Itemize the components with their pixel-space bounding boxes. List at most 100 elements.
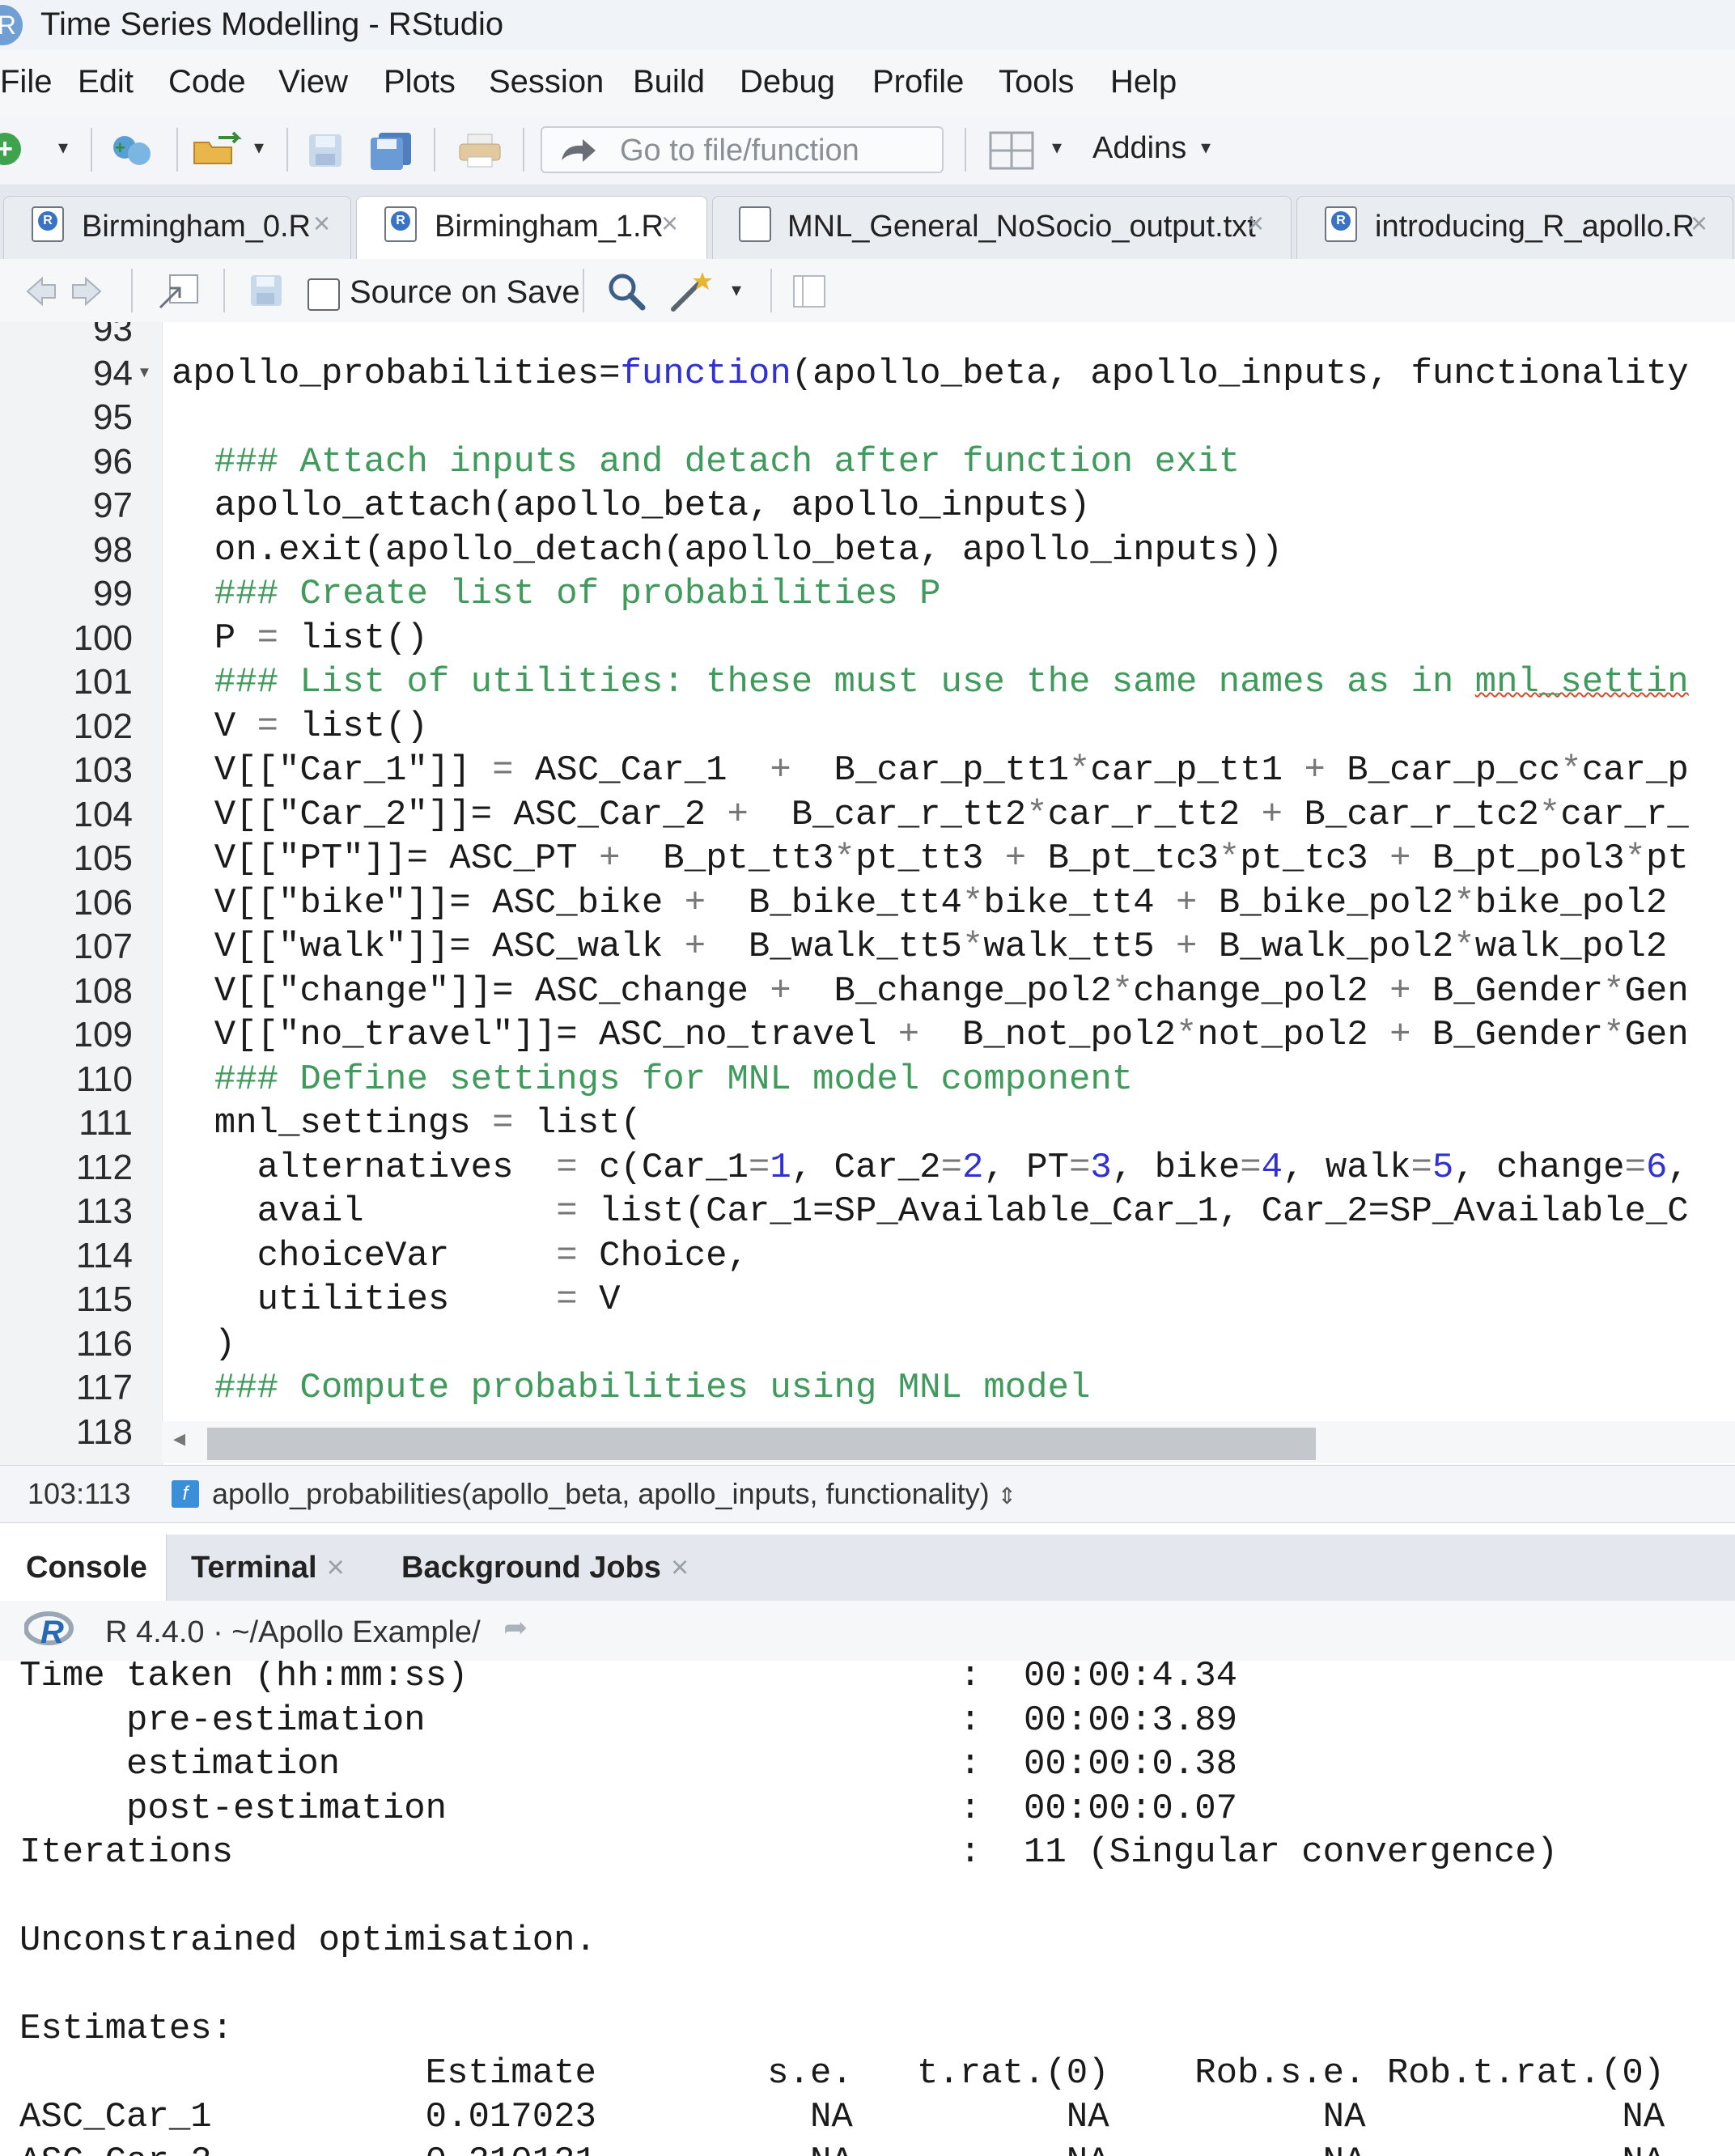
go-to-file-placeholder: Go to file/function: [620, 134, 859, 168]
code-line[interactable]: 114 choiceVar = Choice,: [0, 1234, 1735, 1279]
code-tools-wand-icon[interactable]: [668, 269, 717, 312]
text-file-icon: [739, 206, 771, 242]
code-text: apollo_probabilities=function(apollo_bet…: [172, 353, 1689, 394]
new-project-icon[interactable]: +: [108, 131, 154, 168]
code-line[interactable]: 104 V[["Car_2"]]= ASC_Car_2 + B_car_r_tt…: [0, 793, 1735, 838]
open-file-icon[interactable]: [191, 131, 244, 168]
close-tab-icon[interactable]: ×: [313, 203, 330, 244]
menu-debug[interactable]: Debug: [740, 62, 835, 102]
code-line[interactable]: 99 ### Create list of probabilities P: [0, 572, 1735, 617]
code-line[interactable]: 105 V[["PT"]]= ASC_PT + B_pt_tt3*pt_tt3 …: [0, 837, 1735, 881]
scrollbar-thumb[interactable]: [207, 1428, 1316, 1460]
menu-session[interactable]: Session: [489, 62, 604, 102]
code-tools-dropdown-icon[interactable]: ▾: [732, 278, 741, 302]
code-line[interactable]: 110 ### Define settings for MNL model co…: [0, 1058, 1735, 1102]
code-line[interactable]: 111 mnl_settings = list(: [0, 1101, 1735, 1146]
tab-birmingham-1[interactable]: R Birmingham_1.R ×: [356, 196, 707, 261]
code-text: mnl_settings = list(: [172, 1103, 642, 1144]
menu-file[interactable]: File: [0, 62, 52, 102]
title-bar: R Time Series Modelling - RStudio: [0, 0, 1735, 51]
code-text: V[["Car_2"]]= ASC_Car_2 + B_car_r_tt2*ca…: [172, 794, 1689, 835]
code-line[interactable]: 101 ### List of utilities: these must us…: [0, 660, 1735, 705]
addins-menu[interactable]: Addins: [1092, 128, 1186, 168]
code-line[interactable]: 112 alternatives = c(Car_1=1, Car_2=2, P…: [0, 1146, 1735, 1190]
pane-layout-icon[interactable]: [989, 131, 1034, 170]
source-on-save-checkbox[interactable]: [308, 278, 340, 311]
source-tab-strip: R Birmingham_0.R × R Birmingham_1.R × MN…: [0, 185, 1735, 261]
search-icon[interactable]: [607, 272, 646, 311]
code-line[interactable]: 115 utilities = V: [0, 1278, 1735, 1322]
save-all-icon[interactable]: [369, 131, 414, 170]
r-logo-icon: R: [23, 1609, 76, 1659]
tab-introducing-apollo[interactable]: R introducing_R_apollo.R ×: [1296, 196, 1733, 259]
code-line[interactable]: 96 ### Attach inputs and detach after fu…: [0, 440, 1735, 485]
open-file-dropdown-icon[interactable]: ▾: [254, 136, 264, 159]
code-line[interactable]: 93: [0, 322, 1735, 352]
save-file-icon[interactable]: [249, 274, 283, 308]
menu-edit[interactable]: Edit: [78, 62, 134, 102]
save-icon[interactable]: [308, 133, 343, 168]
new-file-dropdown-icon[interactable]: ▾: [58, 136, 68, 159]
code-editor[interactable]: 93 94 ▾ apollo_probabilities=function(apoll…: [0, 322, 1735, 1465]
line-number: 97: [93, 486, 133, 525]
new-file-icon[interactable]: +: [0, 133, 21, 165]
tab-mnl-output[interactable]: MNL_General_NoSocio_output.txt ×: [712, 196, 1292, 259]
forward-arrow-icon[interactable]: [71, 275, 104, 308]
code-line[interactable]: 109 V[["no_travel"]]= ASC_no_travel + B_…: [0, 1013, 1735, 1058]
code-line[interactable]: 94 ▾ apollo_probabilities=function(apollo_…: [0, 352, 1735, 397]
code-line[interactable]: 106 V[["bike"]]= ASC_bike + B_bike_tt4*b…: [0, 881, 1735, 926]
show-in-new-window-icon[interactable]: [159, 272, 201, 309]
code-line[interactable]: 108 V[["change"]]= ASC_change + B_change…: [0, 970, 1735, 1014]
fold-toggle-icon[interactable]: ▾: [138, 352, 151, 397]
console-output[interactable]: Time taken (hh:mm:ss) : 00:00:4.34 pre-e…: [0, 1661, 1735, 2156]
code-line[interactable]: 95: [0, 396, 1735, 440]
close-tab-icon[interactable]: ×: [661, 203, 678, 244]
go-to-directory-icon[interactable]: ➦: [503, 1611, 528, 1645]
close-tab-icon[interactable]: ×: [671, 1551, 689, 1585]
addins-dropdown-icon[interactable]: ▾: [1201, 136, 1211, 159]
line-number: 110: [75, 1059, 133, 1099]
menu-code[interactable]: Code: [168, 62, 246, 102]
code-line[interactable]: 116 ): [0, 1322, 1735, 1367]
function-scope-selector[interactable]: apollo_probabilities(apollo_beta, apollo…: [212, 1474, 1016, 1517]
scroll-left-icon[interactable]: ◂: [173, 1424, 185, 1453]
close-tab-icon[interactable]: ×: [1247, 203, 1264, 244]
code-text: V[["bike"]]= ASC_bike + B_bike_tt4*bike_…: [172, 882, 1668, 923]
menu-tools[interactable]: Tools: [999, 62, 1074, 102]
tab-console[interactable]: Console: [0, 1534, 167, 1601]
code-line[interactable]: 117 ### Compute probabilities using MNL …: [0, 1366, 1735, 1411]
horizontal-scrollbar[interactable]: ◂: [162, 1421, 1735, 1463]
cursor-position: 103:113: [28, 1477, 131, 1510]
r-badge-icon: R: [391, 211, 410, 231]
code-line[interactable]: 100 P = list(): [0, 617, 1735, 661]
menu-bar: File Edit Code View Plots Session Build …: [0, 50, 1735, 117]
document-outline-icon[interactable]: [791, 274, 827, 309]
code-line[interactable]: 107 V[["walk"]]= ASC_walk + B_walk_tt5*w…: [0, 925, 1735, 970]
pane-layout-dropdown-icon[interactable]: ▾: [1052, 136, 1062, 159]
code-line[interactable]: 102 V = list(): [0, 705, 1735, 749]
code-line[interactable]: 113 avail = list(Car_1=SP_Available_Car_…: [0, 1190, 1735, 1234]
menu-plots[interactable]: Plots: [384, 62, 456, 102]
menu-build[interactable]: Build: [633, 62, 705, 102]
code-line[interactable]: 98 on.exit(apollo_detach(apollo_beta, ap…: [0, 528, 1735, 573]
code-text: choiceVar = Choice,: [172, 1235, 749, 1276]
menu-profile[interactable]: Profile: [872, 62, 964, 102]
menu-help[interactable]: Help: [1110, 62, 1177, 102]
code-text: ### Create list of probabilities P: [172, 574, 941, 614]
print-icon[interactable]: [458, 133, 502, 168]
code-line[interactable]: 97 apollo_attach(apollo_beta, apollo_inp…: [0, 484, 1735, 528]
editor-status-bar: 103:113 f apollo_probabilities(apollo_be…: [0, 1465, 1735, 1523]
menu-view[interactable]: View: [278, 62, 348, 102]
r-file-icon: R: [32, 206, 64, 242]
code-text: V[["no_travel"]]= ASC_no_travel + B_not_…: [172, 1015, 1689, 1055]
tab-terminal[interactable]: Terminal ×: [167, 1534, 372, 1601]
close-tab-icon[interactable]: ×: [1690, 203, 1707, 244]
tab-birmingham-0[interactable]: R Birmingham_0.R ×: [3, 196, 351, 259]
tab-background-jobs[interactable]: Background Jobs ×: [377, 1534, 717, 1601]
go-to-file-function-input[interactable]: Go to file/function: [541, 126, 944, 173]
back-arrow-icon[interactable]: [24, 275, 57, 308]
code-text: ): [172, 1323, 236, 1364]
close-tab-icon[interactable]: ×: [327, 1551, 345, 1585]
console-line: post-estimation : 00:00:0.07: [19, 1788, 1238, 1829]
code-line[interactable]: 103 V[["Car_1"]] = ASC_Car_1 + B_car_p_t…: [0, 749, 1735, 793]
